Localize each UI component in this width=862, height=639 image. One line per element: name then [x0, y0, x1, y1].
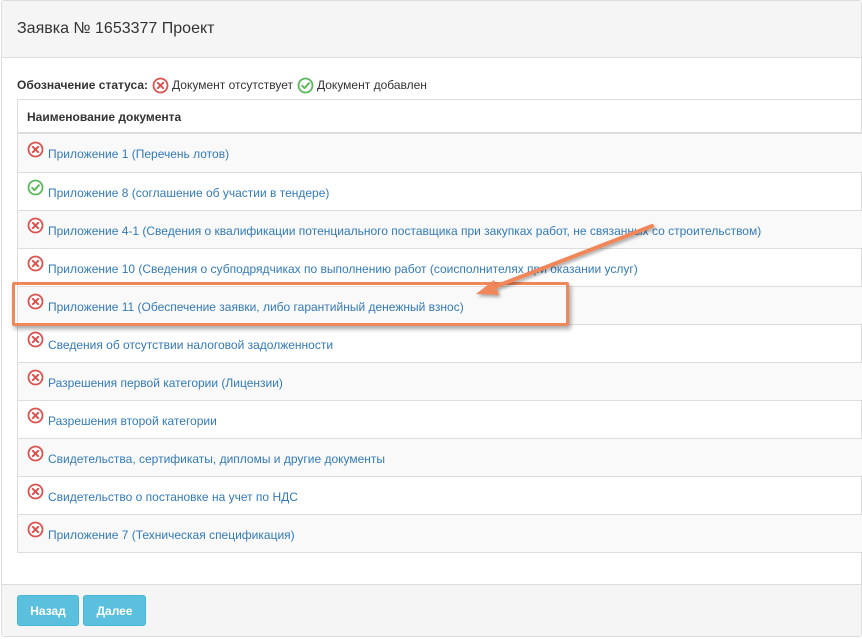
table-row: Разрешения второй категории: [18, 400, 862, 438]
x-circle-icon: [27, 483, 44, 500]
table-row: Разрешения первой категории (Лицензии): [18, 362, 862, 400]
check-circle-icon: [27, 179, 44, 196]
table-row: Приложение 4-1 (Сведения о квалификации …: [18, 210, 862, 248]
legend-added-text: Документ добавлен: [317, 78, 427, 92]
check-circle-icon: [297, 77, 314, 94]
next-button[interactable]: Далее: [83, 595, 146, 626]
table-body: Приложение 1 (Перечень лотов) Приложение …: [18, 134, 862, 552]
table-row: Свидетельство о постановке на учет по НД…: [18, 476, 862, 514]
table-row: Приложение 8 (соглашение об участии в те…: [18, 172, 862, 210]
table-row: Свидетельства, сертификаты, дипломы и др…: [18, 438, 862, 476]
document-link[interactable]: Разрешения первой категории (Лицензии): [48, 376, 283, 390]
document-link[interactable]: Приложение 7 (Техническая спецификация): [48, 528, 295, 542]
x-circle-icon: [27, 141, 44, 158]
document-link[interactable]: Сведения об отсутствии налоговой задолже…: [48, 338, 333, 352]
table-row: Приложение 10 (Сведения о субподрядчиках…: [18, 248, 862, 286]
x-circle-icon: [27, 521, 44, 538]
x-circle-icon: [27, 331, 44, 348]
legend-label: Обозначение статуса:: [17, 78, 149, 92]
document-link[interactable]: Приложение 4-1 (Сведения о квалификации …: [48, 224, 761, 238]
document-link[interactable]: Приложение 8 (соглашение об участии в те…: [48, 186, 329, 200]
back-button[interactable]: Назад: [17, 595, 79, 626]
document-link[interactable]: Свидетельства, сертификаты, дипломы и др…: [48, 452, 385, 466]
status-legend: Обозначение статуса: Документ отсутствуе…: [17, 75, 431, 95]
document-link[interactable]: Приложение 11 (Обеспечение заявки, либо …: [48, 300, 464, 314]
x-circle-icon: [27, 255, 44, 272]
x-circle-icon: [27, 293, 44, 310]
document-link[interactable]: Приложение 1 (Перечень лотов): [48, 147, 229, 161]
application-panel: Заявка № 1653377 Проект Обозначение стат…: [1, 0, 862, 637]
page-title: Заявка № 1653377 Проект: [2, 1, 861, 58]
document-link[interactable]: Свидетельство о постановке на учет по НД…: [48, 490, 298, 504]
legend-missing-text: Документ отсутствует: [172, 78, 293, 92]
table-row: Сведения об отсутствии налоговой задолже…: [18, 324, 862, 362]
table-row: Приложение 11 (Обеспечение заявки, либо …: [18, 286, 862, 324]
x-circle-icon: [152, 77, 169, 94]
table-row: Приложение 1 (Перечень лотов): [18, 134, 862, 172]
x-circle-icon: [27, 445, 44, 462]
table-row: Приложение 7 (Техническая спецификация): [18, 514, 862, 552]
x-circle-icon: [27, 407, 44, 424]
x-circle-icon: [27, 217, 44, 234]
documents-table: Наименование документа Приложение 1 (Пер…: [17, 99, 862, 553]
document-link[interactable]: Приложение 10 (Сведения о субподрядчиках…: [48, 262, 638, 276]
x-circle-icon: [27, 369, 44, 386]
document-link[interactable]: Разрешения второй категории: [48, 414, 217, 428]
table-header: Наименование документа: [18, 100, 862, 134]
panel-footer: Назад Далее: [2, 584, 861, 636]
